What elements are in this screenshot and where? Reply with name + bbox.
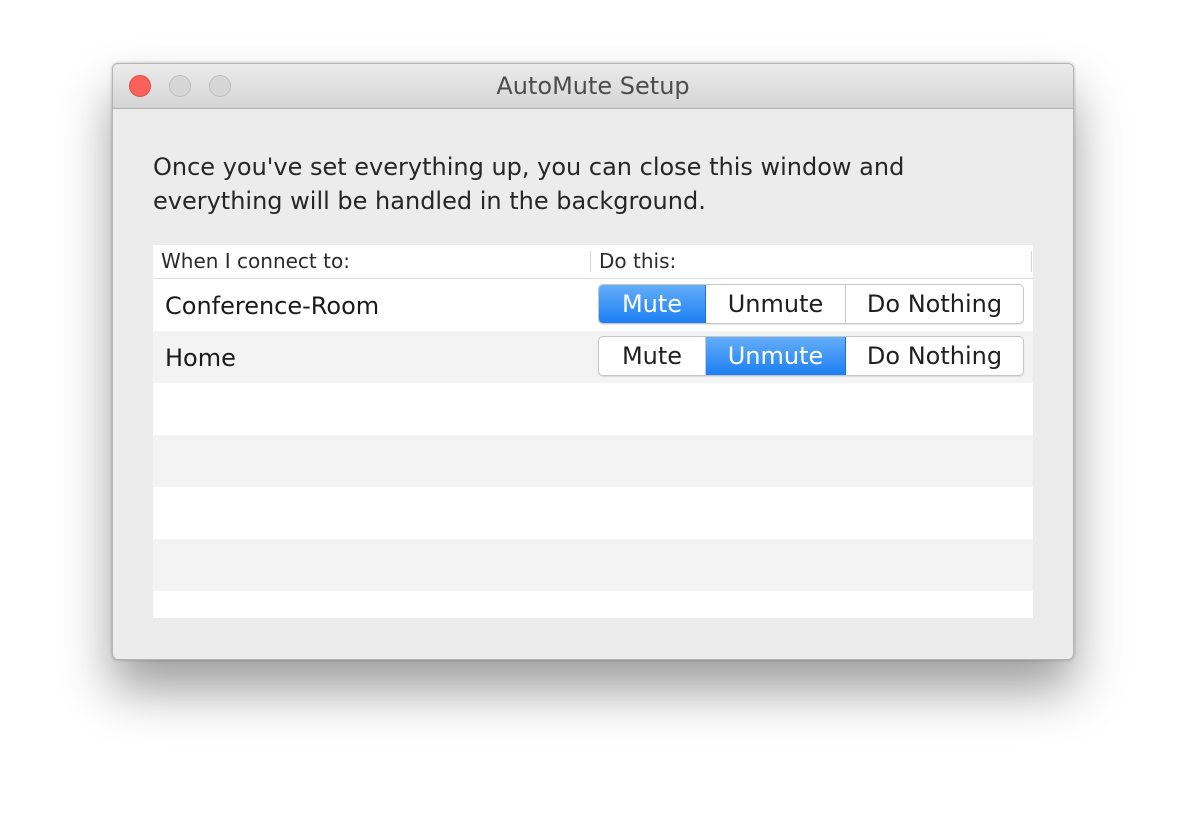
title-bar[interactable]: AutoMute Setup bbox=[113, 64, 1073, 109]
action-option-unmute[interactable]: Unmute bbox=[706, 285, 846, 323]
empty-table-row bbox=[153, 383, 1033, 435]
intro-line-1: Once you've set everything up, you can c… bbox=[153, 153, 905, 181]
empty-table-row bbox=[153, 487, 1033, 539]
action-option-do-nothing[interactable]: Do Nothing bbox=[846, 337, 1023, 375]
action-option-unmute[interactable]: Unmute bbox=[706, 337, 846, 375]
action-segmented-control[interactable]: Mute Unmute Do Nothing bbox=[598, 336, 1024, 376]
table-row[interactable]: Conference-Room Mute Unmute Do Nothing bbox=[153, 279, 1033, 331]
network-name: Home bbox=[165, 344, 236, 372]
action-option-do-nothing[interactable]: Do Nothing bbox=[846, 285, 1023, 323]
intro-line-2: everything will be handled in the backgr… bbox=[153, 187, 706, 215]
empty-table-row bbox=[153, 539, 1033, 591]
action-option-mute[interactable]: Mute bbox=[599, 285, 706, 323]
network-name: Conference-Room bbox=[165, 292, 380, 320]
table-row[interactable]: Home Mute Unmute Do Nothing bbox=[153, 331, 1033, 383]
table-body: Conference-Room Mute Unmute Do Nothing Home M… bbox=[153, 279, 1033, 618]
column-header-action[interactable]: Do this: bbox=[599, 245, 676, 278]
intro-text: Once you've set everything up, you can c… bbox=[153, 150, 1033, 218]
window-title: AutoMute Setup bbox=[496, 72, 690, 100]
empty-table-row bbox=[153, 591, 1033, 618]
column-divider[interactable] bbox=[1031, 251, 1032, 272]
table-header: When I connect to: Do this: bbox=[153, 245, 1033, 279]
action-segmented-control[interactable]: Mute Unmute Do Nothing bbox=[598, 284, 1024, 324]
column-header-network[interactable]: When I connect to: bbox=[161, 245, 350, 278]
empty-table-row bbox=[153, 435, 1033, 487]
column-divider[interactable] bbox=[590, 251, 591, 272]
action-option-mute[interactable]: Mute bbox=[599, 337, 706, 375]
rules-table: When I connect to: Do this: Conference-R… bbox=[153, 245, 1033, 618]
automute-setup-window: AutoMute Setup Once you've set everythin… bbox=[112, 63, 1074, 660]
